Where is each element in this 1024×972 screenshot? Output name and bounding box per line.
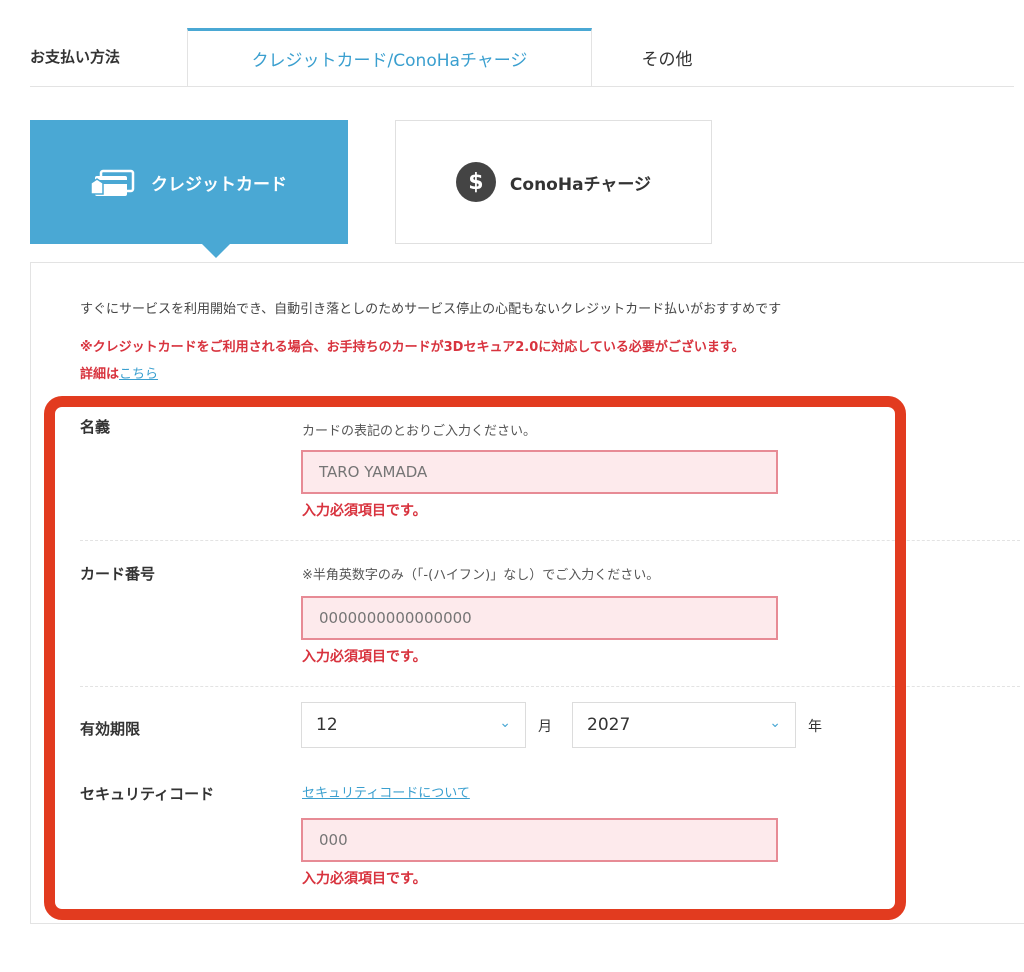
card-number-input[interactable] <box>301 596 778 640</box>
divider <box>80 686 1020 687</box>
security-code-label: セキュリティコード <box>80 785 215 803</box>
intro-text: すぐにサービスを利用開始でき、自動引き落としのためサービス停止の心配もないクレジ… <box>80 302 782 317</box>
details-line: 詳細はこちら <box>80 363 158 382</box>
name-input[interactable] <box>301 450 778 494</box>
card-number-label: カード番号 <box>80 565 156 583</box>
payment-method-heading: お支払い方法 <box>30 48 121 66</box>
security-code-error: 入力必須項目です。 <box>302 871 427 887</box>
security-code-help: セキュリティコードについて <box>302 782 470 801</box>
expiry-month-select[interactable]: 12 ⌄ <box>301 702 526 748</box>
expiry-label: 有効期限 <box>80 720 141 738</box>
security-code-input[interactable] <box>301 818 778 862</box>
divider <box>80 540 1020 541</box>
month-unit: 月 <box>538 719 552 735</box>
tab-other[interactable]: その他 <box>592 28 742 86</box>
payment-method-tabs: お支払い方法 クレジットカード/ConoHaチャージ その他 <box>30 28 1014 87</box>
credit-card-label: クレジットカード <box>151 174 287 195</box>
dollar-icon: $ <box>455 162 496 202</box>
chevron-down-icon: ⌄ <box>499 715 511 731</box>
dollar-symbol: $ <box>455 162 496 202</box>
credit-card-icon <box>91 167 137 197</box>
expiry-month-value: 12 <box>316 715 338 735</box>
conoha-charge-option[interactable]: $ ConoHaチャージ <box>395 120 712 244</box>
card-number-error: 入力必須項目です。 <box>302 649 427 665</box>
year-unit: 年 <box>808 719 822 735</box>
details-link[interactable]: こちら <box>119 367 158 382</box>
name-error: 入力必須項目です。 <box>302 503 427 519</box>
card-number-hint: ※半角英数字のみ（「-(ハイフン)」なし）でご入力ください。 <box>302 568 660 583</box>
expiry-year-value: 2027 <box>587 715 631 735</box>
credit-card-option[interactable]: クレジットカード <box>30 120 348 258</box>
conoha-charge-label: ConoHaチャージ <box>509 174 652 195</box>
tab-credit-card-charge[interactable]: クレジットカード/ConoHaチャージ <box>187 28 592 86</box>
details-prefix: 詳細は <box>80 367 120 382</box>
3d-secure-notice: ※クレジットカードをご利用される場合、お手持ちのカードが3Dセキュア2.0に対応… <box>80 340 745 355</box>
expiry-year-select[interactable]: 2027 ⌄ <box>572 702 796 748</box>
security-code-help-link[interactable]: セキュリティコードについて <box>302 786 470 801</box>
chevron-down-icon: ⌄ <box>769 715 781 731</box>
name-label: 名義 <box>80 418 111 436</box>
name-hint: カードの表記のとおりご入力ください。 <box>302 424 537 439</box>
